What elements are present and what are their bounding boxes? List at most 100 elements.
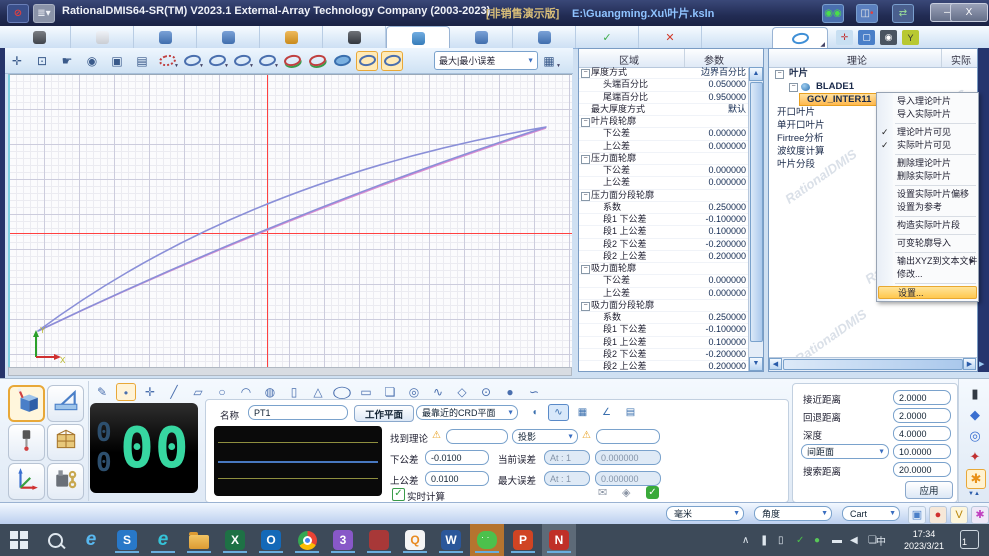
menu-item-12[interactable]: 修改...	[877, 268, 978, 281]
taskbar-explorer[interactable]	[186, 527, 212, 553]
projection-dropdown[interactable]: 投影▼	[512, 429, 578, 444]
param-value[interactable]: 0.250000	[708, 202, 746, 213]
tab-data[interactable]	[197, 26, 260, 48]
tab-report[interactable]	[71, 26, 134, 48]
param-value[interactable]: -0.100000	[705, 324, 746, 335]
ellipse-icon[interactable]: ◯	[328, 383, 357, 401]
param-row[interactable]: 厚度方式−边界百分比	[579, 67, 750, 79]
param-value[interactable]: 0.100000	[708, 226, 746, 237]
coordinate-axes-button[interactable]	[8, 463, 45, 500]
tray-wechat-icon[interactable]: ●	[814, 524, 820, 556]
blade-section-icon[interactable]: ▼	[181, 51, 203, 71]
error-mode-dropdown[interactable]: 最大|最小误差▼	[434, 51, 538, 70]
menu-item-7[interactable]: 设置实际叶片偏移	[877, 188, 978, 201]
select-box-icon[interactable]: ▣	[106, 51, 128, 71]
param-value[interactable]: -0.100000	[705, 214, 746, 225]
tab-program[interactable]	[323, 26, 386, 48]
fixture-crate-button[interactable]	[47, 424, 84, 461]
apply-button[interactable]: 应用	[905, 481, 953, 499]
curve-icon[interactable]: ∿	[428, 383, 448, 401]
param-row[interactable]: 压力面轮廓−	[579, 153, 750, 165]
confirm-icon[interactable]: ✓	[646, 486, 659, 499]
tab-blade[interactable]	[386, 26, 450, 49]
scroll-up-icon[interactable]: ▲	[749, 67, 763, 81]
scroll-thumb[interactable]	[750, 82, 763, 342]
param-row[interactable]: 段1 上公差0.100000	[579, 337, 750, 349]
menu-item-9[interactable]: 构造实际叶片段	[877, 219, 978, 232]
taskbar-edge[interactable]: e	[150, 527, 176, 553]
view-tab-graph[interactable]: ∿	[548, 404, 569, 421]
param-row[interactable]: 叶片段轮廓−	[579, 116, 750, 128]
tab-table[interactable]	[134, 26, 197, 48]
menu-item-1[interactable]: 导入理论叶片	[877, 95, 978, 108]
param-row[interactable]: 上公差0.000000	[579, 141, 750, 153]
crd-plane-dropdown[interactable]: 最靠近的CRD平面▼	[416, 405, 518, 420]
menu-item-8[interactable]: 设置为参考	[877, 201, 978, 214]
line-icon[interactable]: ╱	[164, 383, 184, 401]
param-row[interactable]: 下公差0.000000	[579, 275, 750, 287]
vision-icon[interactable]: V	[950, 506, 968, 524]
param-value[interactable]: 边界百分比	[701, 67, 746, 78]
taskbar-paint3d[interactable]: 3	[330, 527, 356, 553]
axes-icon[interactable]: ✛	[836, 30, 853, 45]
row-value-input[interactable]: 4.0000	[893, 426, 951, 441]
blade-position-icon[interactable]: ▼	[256, 51, 278, 71]
param-row[interactable]: 上公差0.000000	[579, 288, 750, 300]
coord-dropdown[interactable]: Cart▼	[842, 506, 900, 521]
construct-icon[interactable]: ✎	[92, 383, 112, 401]
row-value-input[interactable]: 2.0000	[893, 390, 951, 405]
taskbar-security[interactable]	[366, 527, 392, 553]
scroll-left-icon[interactable]: ◀	[769, 358, 782, 370]
param-value[interactable]: 0.200000	[708, 251, 746, 262]
blade-twist-icon[interactable]: ▼	[231, 51, 253, 71]
param-value[interactable]: 0.000000	[708, 141, 746, 152]
points-icon[interactable]: ✱	[971, 506, 989, 524]
blade-fill-icon[interactable]	[331, 51, 353, 71]
upper-tol-input[interactable]: 0.0100	[425, 471, 489, 486]
param-value[interactable]: 0.200000	[708, 361, 746, 371]
param-row[interactable]: 最大厚度方式默认	[579, 104, 750, 116]
probe-tool-icon[interactable]: ✦	[966, 448, 984, 466]
collapse-icon[interactable]: −	[581, 155, 590, 164]
blade-compare-2-icon[interactable]	[306, 51, 328, 71]
mail-icon[interactable]: ✉	[598, 486, 607, 499]
param-row[interactable]: 段2 上公差0.200000	[579, 361, 750, 371]
blade-edit-1-icon[interactable]	[356, 51, 378, 71]
param-value[interactable]: 0.000000	[708, 288, 746, 299]
tray-antivirus-icon[interactable]: ✓	[796, 524, 804, 556]
tab-close-doc[interactable]: ✕	[639, 26, 702, 48]
angle-dropdown[interactable]: 角度▼	[754, 506, 832, 521]
realtime-checkbox[interactable]: ✓	[392, 488, 405, 501]
taskbar-powerpoint[interactable]: P	[510, 527, 536, 553]
view-tab-table[interactable]: ▦	[572, 404, 593, 421]
pan-hand-icon[interactable]: ☛	[56, 51, 78, 71]
view-tab-feature[interactable]: ◖	[524, 404, 545, 421]
blade-compare-1-icon[interactable]	[281, 51, 303, 71]
taskbar-ie[interactable]: e	[78, 527, 104, 553]
calibrate-ruler-button[interactable]	[47, 385, 84, 422]
param-row[interactable]: 吸力面分段轮廓−	[579, 300, 750, 312]
taskbar-excel[interactable]: X	[222, 527, 248, 553]
scan-points-icon[interactable]: ▼	[156, 51, 178, 71]
collapse-icon[interactable]: −	[581, 302, 590, 311]
tab-blade-panel[interactable]: ◢	[772, 27, 828, 49]
menu-item-6[interactable]: 删除实际叶片	[877, 170, 978, 183]
param-value[interactable]: 0.000000	[708, 128, 746, 139]
magnifier-icon[interactable]: ◎	[966, 427, 984, 445]
rect-icon[interactable]: ❏	[380, 383, 400, 401]
flag-icon[interactable]: Y	[902, 30, 919, 45]
param-value[interactable]: 0.250000	[708, 312, 746, 323]
arc-icon[interactable]: ◠	[236, 383, 256, 401]
ink-icon[interactable]: ▮	[966, 385, 984, 403]
shield-probe-icon[interactable]: ◆	[966, 406, 984, 424]
pan-icon[interactable]: ✛	[6, 51, 28, 71]
taskbar-clock[interactable]: 17:34 2023/3/21	[898, 528, 950, 552]
tree-item--[interactable]: −叶片	[769, 67, 977, 80]
feature-name-input[interactable]: PT1	[248, 405, 348, 420]
view-tab-angle[interactable]: ∠	[596, 404, 617, 421]
param-row[interactable]: 上公差0.000000	[579, 177, 750, 189]
taskbar-wechat[interactable]	[474, 527, 500, 553]
blade-angle-icon[interactable]: ▼	[206, 51, 228, 71]
tray-expand-icon[interactable]: ∧	[742, 524, 749, 556]
tab-cam[interactable]	[450, 26, 513, 48]
